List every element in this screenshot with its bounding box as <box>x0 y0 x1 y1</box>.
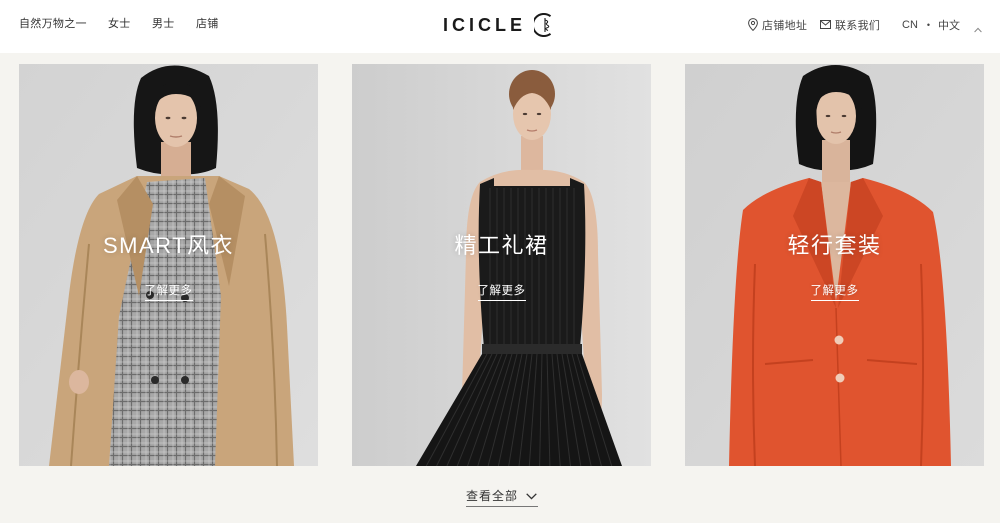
brand-logo[interactable]: ICICLE <box>443 11 554 39</box>
logo-emblem-icon <box>534 13 552 37</box>
logo-wordmark: ICICLE <box>443 15 527 35</box>
product-card-smart-trench[interactable]: SMART风衣 了解更多 <box>19 64 318 466</box>
site-header: 自然万物之一 女士 男士 店铺 ICICLE 店铺地址 联系我们 CN • 中文 <box>0 0 1000 53</box>
chevron-up-icon <box>974 27 982 33</box>
contact-link[interactable]: 联系我们 <box>820 0 880 49</box>
card-link-row: 了解更多 <box>685 281 984 301</box>
language-code: CN <box>902 18 918 31</box>
language-switcher[interactable]: CN • 中文 <box>902 0 960 49</box>
card-title: SMART风衣 <box>102 233 235 258</box>
product-card-dress[interactable]: 精工礼裙 了解更多 <box>352 64 651 466</box>
product-photo-red-suit <box>685 64 984 466</box>
language-name: 中文 <box>938 19 961 32</box>
card-link-row: 了解更多 <box>352 281 651 301</box>
learn-more-link[interactable]: 了解更多 <box>810 284 859 301</box>
learn-more-link[interactable]: 了解更多 <box>144 284 193 301</box>
language-separator: • <box>926 19 931 30</box>
nav-item-stores[interactable]: 店铺 <box>196 0 219 49</box>
location-pin-icon <box>748 18 758 31</box>
card-title: 精工礼裙 <box>454 233 549 258</box>
store-address-label: 店铺地址 <box>762 19 808 32</box>
mail-icon <box>820 20 831 29</box>
view-all-button[interactable]: 查看全部 <box>466 486 538 507</box>
card-link-row: 了解更多 <box>19 281 318 301</box>
nav-item-natural[interactable]: 自然万物之一 <box>19 0 87 49</box>
scroll-top-button[interactable] <box>974 21 982 33</box>
contact-label: 联系我们 <box>835 19 881 32</box>
product-photo-trench-coat <box>19 64 318 466</box>
card-title: 轻行套装 <box>787 233 882 258</box>
chevron-down-icon <box>526 492 537 500</box>
view-all-label: 查看全部 <box>466 489 519 503</box>
nav-item-men[interactable]: 男士 <box>152 0 175 49</box>
nav-item-women[interactable]: 女士 <box>108 0 131 49</box>
store-address-link[interactable]: 店铺地址 <box>748 0 807 49</box>
learn-more-link[interactable]: 了解更多 <box>477 284 526 301</box>
product-photo-pleated-dress <box>352 64 651 466</box>
product-card-suit[interactable]: 轻行套装 了解更多 <box>685 64 984 466</box>
